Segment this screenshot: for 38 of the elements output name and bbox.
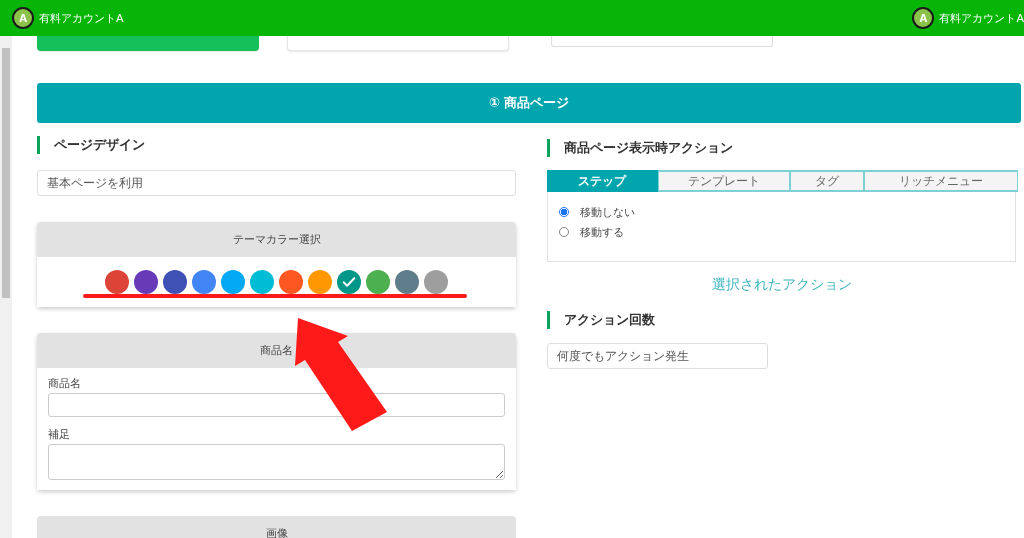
arrow-icon [295,318,387,431]
option-label: 移動しない [580,204,635,220]
radio-button[interactable] [559,227,569,237]
card-header: 画像 [37,516,516,538]
section-heading: 商品ページ表示時アクション [547,139,1021,157]
color-swatch[interactable] [250,270,274,294]
text-area[interactable] [48,444,505,480]
card-header: テーマカラー選択 [37,222,516,257]
color-swatch[interactable] [395,270,419,294]
option-label: 移動する [580,224,624,240]
color-swatch[interactable] [163,270,187,294]
color-swatch[interactable] [308,270,332,294]
tab[interactable]: リッチメニュー [864,170,1018,192]
count-select[interactable]: 何度でもアクション発生 [547,343,768,369]
color-swatch[interactable] [424,270,448,294]
field-label: 商品名 [48,376,82,391]
field-label: 補足 [48,427,71,442]
color-swatch[interactable] [279,270,303,294]
color-swatch[interactable] [221,270,245,294]
scrollbar[interactable] [0,36,12,538]
card-header: 商品名 [37,333,516,368]
account-name: 有料アカウントA [39,10,124,26]
section-heading: アクション回数 [547,311,1021,329]
color-swatch[interactable] [134,270,158,294]
design-select[interactable]: 基本ページを利用 [37,170,516,196]
tab[interactable]: ステップ [547,170,658,192]
tab[interactable]: テンプレート [657,170,790,192]
section-banner: ① 商品ページ [37,83,1021,123]
input-field[interactable] [48,393,505,417]
account-name: 有料アカウントA [939,10,1024,26]
color-swatch[interactable] [105,270,129,294]
color-swatch[interactable] [337,270,361,294]
section-heading: ページデザイン [37,136,516,154]
tab[interactable]: タグ [789,170,865,192]
color-swatch[interactable] [366,270,390,294]
radio-button[interactable] [559,207,569,217]
selected-action-text: 選択されたアクション [710,276,853,294]
color-swatch[interactable] [192,270,216,294]
